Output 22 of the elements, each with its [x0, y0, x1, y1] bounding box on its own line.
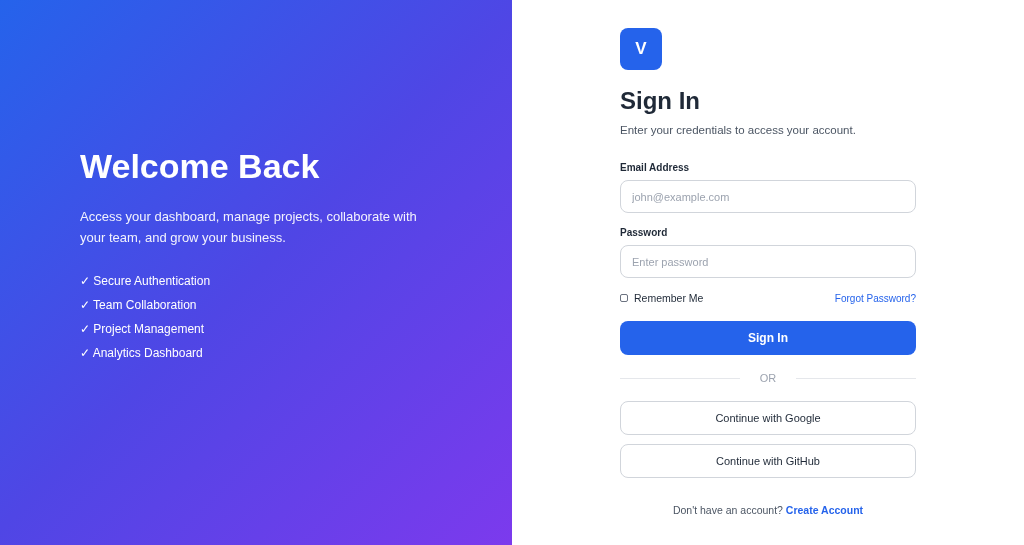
- form-title: Sign In: [620, 87, 700, 115]
- field-label: Password: [620, 227, 668, 238]
- checkbox[interactable]: [620, 294, 628, 302]
- checkbox-label: Remember Me: [634, 292, 704, 304]
- forgot-password-link[interactable]: Forgot Password?: [834, 292, 916, 304]
- footer-text: Don't have an account?: [672, 504, 783, 516]
- divider-label: OR: [759, 372, 777, 384]
- feature-item: ✓ Analytics Dashboard: [80, 346, 203, 361]
- feature-item: ✓ Team Collaboration: [80, 298, 197, 313]
- field-label: Email Address: [620, 162, 690, 173]
- feature-item: ✓ Secure Authentication: [80, 274, 211, 289]
- create-account-link[interactable]: Create Account: [785, 504, 864, 516]
- social-login-button[interactable]: Continue with Google: [620, 401, 916, 435]
- form-subtitle: Enter your credentials to access your account.: [620, 124, 856, 136]
- sign-in-button[interactable]: Sign In: [620, 321, 916, 355]
- logo: V: [620, 28, 662, 70]
- feature-item: ✓ Project Management: [80, 322, 205, 337]
- hero-text: Access your dashboard, manage projects, collaborate with your team, and grow your business.: [80, 208, 418, 247]
- hero-title: Welcome Back: [80, 147, 320, 186]
- social-login-button[interactable]: Continue with GitHub: [620, 444, 916, 478]
- input-field[interactable]: john@example.com: [620, 180, 916, 213]
- input-field[interactable]: Enter password: [620, 245, 916, 278]
